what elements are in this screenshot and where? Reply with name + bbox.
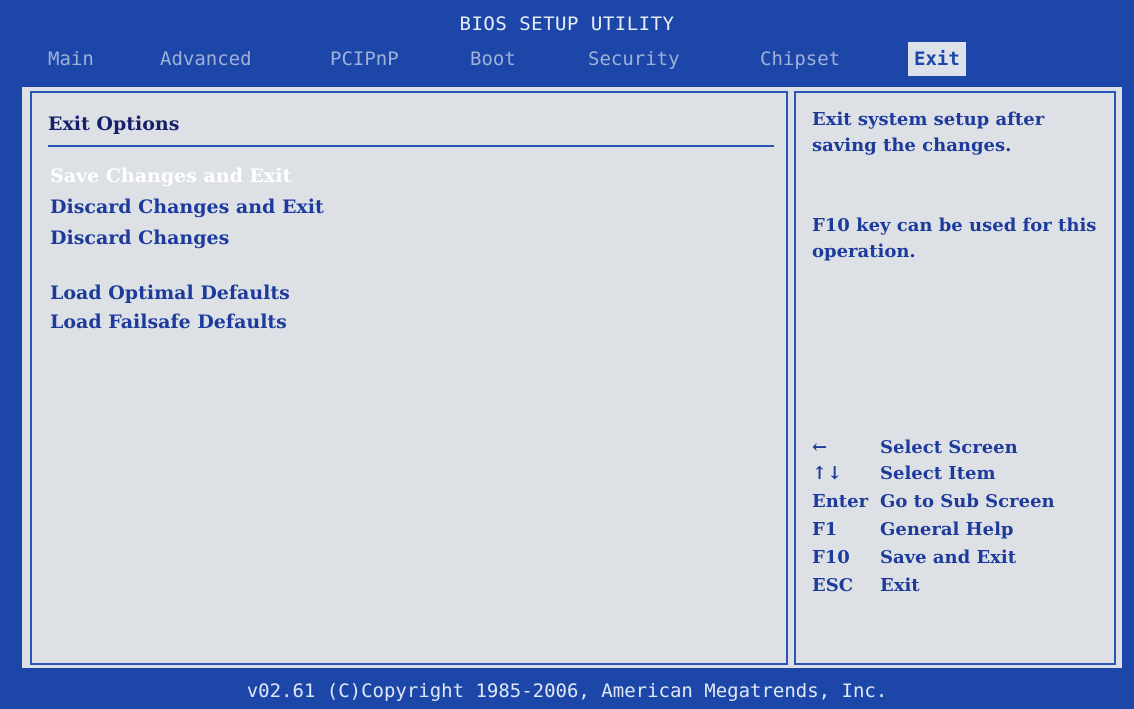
section-title: Exit Options (48, 113, 180, 135)
key-description: Go to Sub Screen (880, 491, 1055, 512)
options-pane: Exit Options Save Changes and Exit Disca… (30, 91, 788, 665)
tab-pcipnp[interactable]: PCIPnP (330, 42, 399, 76)
key-description: General Help (880, 519, 1014, 540)
option-discard-changes[interactable]: Discard Changes (50, 227, 229, 249)
tab-chipset[interactable]: Chipset (760, 42, 840, 76)
option-save-changes-and-exit[interactable]: Save Changes and Exit (50, 165, 291, 187)
help-text-shortcut: F10 key can be used for this operation. (812, 215, 1097, 262)
tab-advanced[interactable]: Advanced (160, 42, 252, 76)
menu-bar: Main Advanced PCIPnP Boot Security Chips… (14, 42, 1124, 76)
key-description: Save and Exit (880, 547, 1017, 568)
key-legend-row: F10 Save and Exit (812, 545, 1016, 571)
tab-exit[interactable]: Exit (908, 42, 966, 76)
key-up-down-arrows: ↑↓ (812, 463, 843, 484)
tab-boot[interactable]: Boot (470, 42, 516, 76)
tab-main[interactable]: Main (48, 42, 94, 76)
key-f10: F10 (812, 547, 850, 568)
key-legend-row: ← Select Screen (812, 435, 1018, 461)
tab-security[interactable]: Security (588, 42, 680, 76)
key-legend-row: ↑↓ Select Item (812, 461, 996, 487)
bios-screen: BIOS SETUP UTILITY Main Advanced PCIPnP … (0, 0, 1134, 709)
key-legend-row: ESC Exit (812, 573, 920, 599)
key-description: Select Screen (880, 437, 1018, 458)
copyright-footer: v02.61 (C)Copyright 1985-2006, American … (246, 680, 888, 702)
key-esc: ESC (812, 575, 854, 596)
key-enter: Enter (812, 491, 869, 512)
option-load-failsafe-defaults[interactable]: Load Failsafe Defaults (50, 311, 287, 333)
key-f1: F1 (812, 519, 838, 540)
help-text-description: Exit system setup after saving the chang… (812, 109, 1045, 156)
key-left-arrow: ← (812, 437, 828, 458)
option-load-optimal-defaults[interactable]: Load Optimal Defaults (50, 282, 290, 304)
key-description: Select Item (880, 463, 996, 484)
main-panel: Exit Options Save Changes and Exit Disca… (20, 85, 1124, 670)
key-legend-row: Enter Go to Sub Screen (812, 489, 1055, 515)
help-pane: Exit system setup after saving the chang… (794, 91, 1116, 665)
key-description: Exit (880, 575, 920, 596)
option-discard-changes-and-exit[interactable]: Discard Changes and Exit (50, 196, 324, 218)
bios-title: BIOS SETUP UTILITY (459, 13, 675, 35)
key-legend-row: F1 General Help (812, 517, 1014, 543)
section-divider (48, 145, 774, 147)
